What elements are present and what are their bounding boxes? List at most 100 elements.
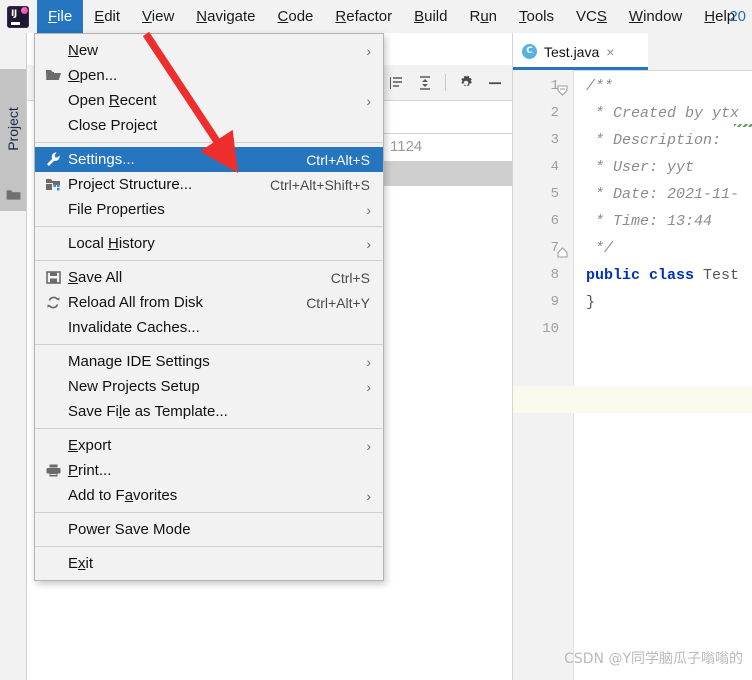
line-number: 5	[550, 186, 559, 202]
menu-item-label: Open Recent	[68, 92, 157, 109]
menu-item-reload-all-from-disk[interactable]: Reload All from Disk Ctrl+Alt+Y	[35, 290, 383, 315]
menubar-item-view[interactable]: View	[131, 0, 185, 33]
menu-item-label: Reload All from Disk	[68, 294, 204, 311]
code-line: public class Test	[586, 267, 739, 284]
editor-tab-test-java[interactable]: C Test.java ×	[513, 33, 648, 70]
menubar-item-window[interactable]: Window	[618, 0, 693, 33]
menu-item-shortcut: Ctrl+Alt+Shift+S	[270, 176, 370, 193]
menubar-item-navigate[interactable]: Navigate	[185, 0, 266, 33]
clock-label: 20	[729, 8, 746, 25]
menu-item-manage-ide-settings[interactable]: Manage IDE Settings ›	[35, 349, 383, 374]
code-line: * User: yyt	[586, 159, 694, 176]
menu-item-save-file-as-template[interactable]: Save File as Template...	[35, 399, 383, 424]
printer-icon	[45, 462, 62, 479]
code-identifier: Test	[694, 267, 740, 284]
menu-item-label: New	[68, 42, 99, 59]
spellcheck-squiggle	[734, 124, 752, 127]
chevron-right-icon: ›	[366, 487, 371, 504]
menu-item-settings[interactable]: Settings... Ctrl+Alt+S	[35, 147, 383, 172]
menu-bar: IJ File Edit View Navigate Code Refactor Build…	[0, 0, 752, 34]
code-comment: * Created by ytx	[586, 105, 740, 122]
menu-separator	[35, 546, 383, 547]
code-plain: }	[586, 294, 596, 311]
menu-separator	[35, 226, 383, 227]
line-number: 3	[550, 132, 559, 148]
editor-gutter: 1 2 3 4 5 6 7 8 9 10	[513, 70, 574, 680]
menu-item-label: File Properties	[68, 201, 165, 218]
chevron-right-icon: ›	[366, 201, 371, 218]
chevron-right-icon: ›	[366, 378, 371, 395]
menu-item-new-projects-setup[interactable]: New Projects Setup ›	[35, 374, 383, 399]
menu-separator	[35, 260, 383, 261]
gear-icon[interactable]	[457, 74, 475, 92]
menu-item-file-properties[interactable]: File Properties ›	[35, 197, 383, 222]
menu-separator	[35, 512, 383, 513]
folder-open-icon	[46, 70, 61, 80]
collapse-all-icon[interactable]	[387, 74, 405, 92]
line-number: 2	[550, 105, 559, 121]
watermark-label: CSDN @Y同学脑瓜子嗡嗡的	[564, 651, 743, 667]
code-line: * Description:	[586, 132, 721, 149]
menubar-item-edit[interactable]: Edit	[83, 0, 131, 33]
menu-item-new[interactable]: New ›	[35, 38, 383, 63]
editor-pane: C Test.java × 1 2 3 4 5 6 7 8 9 10 /** * Created …	[512, 33, 752, 680]
line-number: 6	[550, 213, 559, 229]
menu-item-label: Power Save Mode	[68, 521, 191, 538]
menu-item-open-recent[interactable]: Open Recent ›	[35, 88, 383, 113]
code-line: * Created by ytx	[586, 105, 739, 122]
reload-icon	[47, 296, 60, 309]
menu-item-label: Local History	[68, 235, 155, 252]
file-menu-dropdown[interactable]: New › Open... Open Recent › Close Project Sett…	[34, 33, 384, 581]
fold-end-icon[interactable]	[557, 245, 568, 258]
menubar-item-refactor[interactable]: Refactor	[324, 0, 403, 33]
menu-item-close-project[interactable]: Close Project	[35, 113, 383, 138]
line-number: 8	[550, 267, 559, 283]
fold-expanded-icon[interactable]	[557, 83, 568, 96]
project-structure-icon	[45, 176, 62, 193]
logo-bar	[11, 21, 20, 25]
chevron-right-icon: ›	[366, 235, 371, 252]
menu-item-label: Export	[68, 437, 112, 454]
editor-code-area[interactable]: /** * Created by ytx * Description: * Us…	[574, 70, 752, 680]
code-line: * Date: 2021-11-	[586, 186, 739, 203]
menu-item-local-history[interactable]: Local History ›	[35, 231, 383, 256]
code-line: * Time: 13:44	[586, 213, 712, 230]
menu-item-label: Manage IDE Settings	[68, 353, 210, 370]
folder-icon	[6, 190, 21, 200]
menu-separator	[35, 344, 383, 345]
menubar-item-vcs[interactable]: VCS	[565, 0, 618, 33]
menubar-item-code[interactable]: Code	[267, 0, 325, 33]
line-number: 10	[542, 321, 559, 337]
menu-item-label: Save File as Template...	[68, 403, 228, 420]
menu-item-invalidate-caches[interactable]: Invalidate Caches...	[35, 315, 383, 340]
save-icon	[45, 269, 62, 286]
save-icon	[46, 271, 61, 284]
menu-separator	[35, 142, 383, 143]
menubar-item-build[interactable]: Build	[403, 0, 458, 33]
code-line: }	[586, 294, 595, 311]
menu-item-label: Add to Favorites	[68, 487, 178, 504]
chevron-right-icon: ›	[366, 437, 371, 454]
close-icon[interactable]: ×	[606, 45, 614, 59]
intellij-idea-logo: IJ	[7, 5, 29, 28]
code-keyword: public class	[586, 267, 695, 284]
menu-item-power-save-mode[interactable]: Power Save Mode	[35, 517, 383, 542]
search-fragment-text: 1124	[390, 138, 423, 155]
search-fragment-field[interactable]: 1124	[380, 133, 512, 162]
line-number: 4	[550, 159, 559, 175]
menu-item-exit[interactable]: Exit	[35, 551, 383, 576]
expand-all-icon[interactable]	[416, 74, 434, 92]
menubar-item-tools[interactable]: Tools	[508, 0, 565, 33]
menu-item-label: Open...	[68, 67, 118, 84]
menu-item-save-all[interactable]: Save All Ctrl+S	[35, 265, 383, 290]
menu-item-add-to-favorites[interactable]: Add to Favorites ›	[35, 483, 383, 508]
menu-item-open[interactable]: Open...	[35, 63, 383, 88]
menu-item-export[interactable]: Export ›	[35, 433, 383, 458]
sidebar-item-project[interactable]: Project	[0, 69, 26, 211]
code-line: */	[586, 240, 613, 257]
menu-item-project-structure[interactable]: Project Structure... Ctrl+Alt+Shift+S	[35, 172, 383, 197]
menubar-item-file[interactable]: File	[37, 0, 84, 33]
menubar-item-run[interactable]: Run	[458, 0, 508, 33]
menu-item-print[interactable]: Print...	[35, 458, 383, 483]
hide-icon[interactable]	[486, 74, 504, 92]
